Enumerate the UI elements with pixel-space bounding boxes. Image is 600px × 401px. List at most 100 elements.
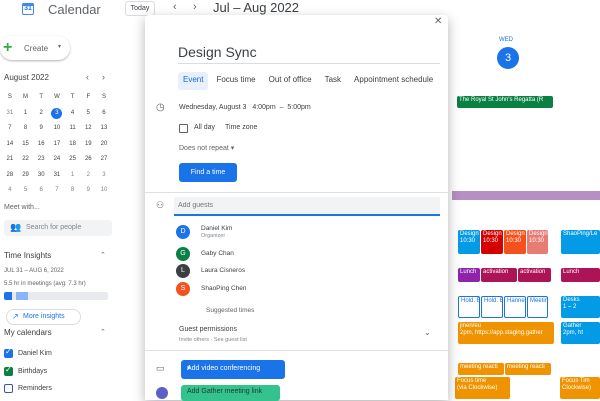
mini-calendar-day[interactable]: 12 (80, 121, 96, 137)
event-end[interactable]: 5:00pm (287, 104, 310, 111)
mini-calendar-day[interactable]: 14 (2, 137, 18, 153)
mini-calendar-day[interactable]: 24 (49, 152, 65, 168)
mini-calendar-day[interactable]: 18 (65, 137, 81, 153)
mini-calendar-day[interactable]: 20 (96, 137, 112, 153)
find-a-time-button[interactable]: Find a time (179, 163, 237, 182)
calendar-checkbox[interactable]: ✓ (4, 365, 13, 376)
calendar-event[interactable]: Design 10:30 (504, 230, 526, 254)
next-week-icon[interactable]: › (193, 1, 197, 13)
more-insights-button[interactable]: ↗ More insights (6, 309, 81, 325)
calendar-event[interactable]: Gather 2pm, ht (561, 322, 600, 344)
calendar-event[interactable]: ShaoPing/Le (561, 230, 600, 254)
mini-next-icon[interactable]: › (102, 72, 105, 82)
mini-calendar-day[interactable]: 3 (51, 107, 63, 119)
add-guests-input[interactable] (174, 197, 440, 216)
mini-calendar-day[interactable]: 16 (33, 137, 49, 153)
calendar-event[interactable]: jinen/eu 2pm, https://app.staging.gather (458, 322, 554, 344)
mini-calendar-day[interactable]: 4 (65, 106, 81, 122)
mini-calendar-day[interactable]: 2 (80, 168, 96, 184)
calendar-event[interactable]: activation (518, 268, 551, 282)
mini-calendar-day[interactable]: 5 (80, 106, 96, 122)
tab-focus-time[interactable]: Focus time (211, 72, 260, 90)
chevron-down-icon[interactable]: ▾ (187, 364, 282, 372)
mini-calendar-day[interactable]: 17 (49, 137, 65, 153)
mini-calendar-day[interactable]: 26 (80, 152, 96, 168)
calendar-event[interactable]: Hold. E (458, 296, 480, 318)
calendar-event[interactable]: Focus time (via Clockwise) (455, 377, 510, 399)
mini-calendar-day[interactable]: 15 (18, 137, 34, 153)
suggested-times-link[interactable]: Suggested times (206, 307, 254, 314)
mini-calendar-day[interactable]: 6 (33, 183, 49, 199)
calendar-event[interactable]: Meetin (527, 296, 548, 318)
mini-calendar-day[interactable]: 10 (96, 183, 112, 199)
mini-calendar-day[interactable]: 1 (18, 106, 34, 122)
chevron-up-icon[interactable]: ⌃ (100, 328, 106, 336)
tab-out-of-office[interactable]: Out of office (264, 72, 317, 90)
calendar-event[interactable]: Design 10:30 (481, 230, 503, 254)
calendar-event[interactable]: Hold. E (481, 296, 503, 318)
mini-calendar-day[interactable]: 10 (49, 121, 65, 137)
calendar-event[interactable]: Lunch (458, 268, 480, 282)
mini-calendar-day[interactable]: 31 (49, 168, 65, 184)
mini-calendar-day[interactable]: 11 (65, 121, 81, 137)
day-number[interactable]: 3 (497, 47, 519, 69)
create-button[interactable]: + Create ▾ (0, 36, 70, 60)
mini-calendar-day[interactable]: 28 (2, 168, 18, 184)
event-date[interactable]: Wednesday, August 3 (179, 104, 246, 111)
mini-calendar-day[interactable]: 22 (18, 152, 34, 168)
mini-calendar-day[interactable]: 3 (96, 168, 112, 184)
calendar-event[interactable]: Hanne (504, 296, 526, 318)
mini-calendar-day[interactable]: 31 (2, 106, 18, 122)
calendar-event[interactable]: Desks 1 – 2 (561, 296, 600, 318)
mini-calendar-day[interactable]: 6 (96, 106, 112, 122)
time-zone-link[interactable]: Time zone (225, 124, 257, 131)
close-icon[interactable]: ✕ (434, 16, 442, 27)
mini-calendar-day[interactable]: 25 (65, 152, 81, 168)
today-button[interactable]: Today (125, 1, 155, 16)
tab-task[interactable]: Task (320, 72, 346, 90)
calendar-event[interactable]: Focus Tim Clockwise) (560, 377, 600, 399)
event-title-input[interactable] (178, 40, 440, 64)
mini-prev-icon[interactable]: ‹ (86, 72, 89, 82)
event-band[interactable] (452, 191, 600, 200)
mini-calendar-day[interactable]: 27 (96, 152, 112, 168)
mini-calendar-day[interactable]: 8 (18, 121, 34, 137)
chevron-up-icon[interactable]: ⌃ (100, 251, 106, 259)
plus-icon: + (3, 39, 13, 56)
mini-calendar-day[interactable]: 9 (80, 183, 96, 199)
mini-calendar-day[interactable]: 7 (49, 183, 65, 199)
add-video-conferencing-button[interactable]: Add video conferencing ▾ (181, 360, 285, 379)
mini-calendar-day[interactable]: 29 (18, 168, 34, 184)
repeat-select[interactable]: Does not repeat ▾ (179, 144, 234, 152)
calendar-event[interactable]: Design 10:30 (458, 230, 480, 254)
add-gather-link-button[interactable]: Add Gather meeting link (181, 385, 280, 401)
calendar-event[interactable]: meeting reacti (458, 363, 504, 375)
all-day-checkbox[interactable] (179, 124, 188, 133)
allday-event[interactable]: The Royal St John's Regatta (R (457, 96, 553, 108)
tab-appointment-schedule[interactable]: Appointment schedule (349, 72, 438, 90)
calendar-event[interactable]: meeting reacti (505, 363, 551, 375)
tab-event[interactable]: Event (178, 72, 209, 90)
mini-calendar-day[interactable]: 23 (33, 152, 49, 168)
calendar-checkbox[interactable] (4, 384, 13, 393)
mini-calendar-day[interactable]: 7 (2, 121, 18, 137)
mini-calendar-day[interactable]: 19 (80, 137, 96, 153)
mini-calendar-day[interactable]: 9 (33, 121, 49, 137)
mini-calendar-day[interactable]: 2 (33, 106, 49, 122)
mini-calendar-day[interactable]: 8 (65, 183, 81, 199)
mini-calendar-day[interactable]: 30 (33, 168, 49, 184)
mini-calendar-day[interactable]: 1 (65, 168, 81, 184)
calendar-event[interactable]: activation (481, 268, 517, 282)
search-people-input[interactable]: 👥 Search for people (4, 220, 112, 236)
calendar-event[interactable]: Design 10:30 (527, 230, 548, 254)
mini-calendar-day[interactable]: 5 (18, 183, 34, 199)
guest-permissions-heading[interactable]: Guest permissions (179, 326, 237, 333)
prev-week-icon[interactable]: ‹ (173, 1, 177, 13)
mini-calendar-day[interactable]: 13 (96, 121, 112, 137)
mini-calendar-day[interactable]: 21 (2, 152, 18, 168)
event-start[interactable]: 4:00pm (252, 104, 275, 111)
mini-calendar-day[interactable]: 4 (2, 183, 18, 199)
calendar-event[interactable]: Lunch (561, 268, 600, 282)
calendar-checkbox[interactable]: ✓ (4, 347, 13, 358)
chevron-down-icon[interactable]: ⌄ (424, 328, 431, 337)
